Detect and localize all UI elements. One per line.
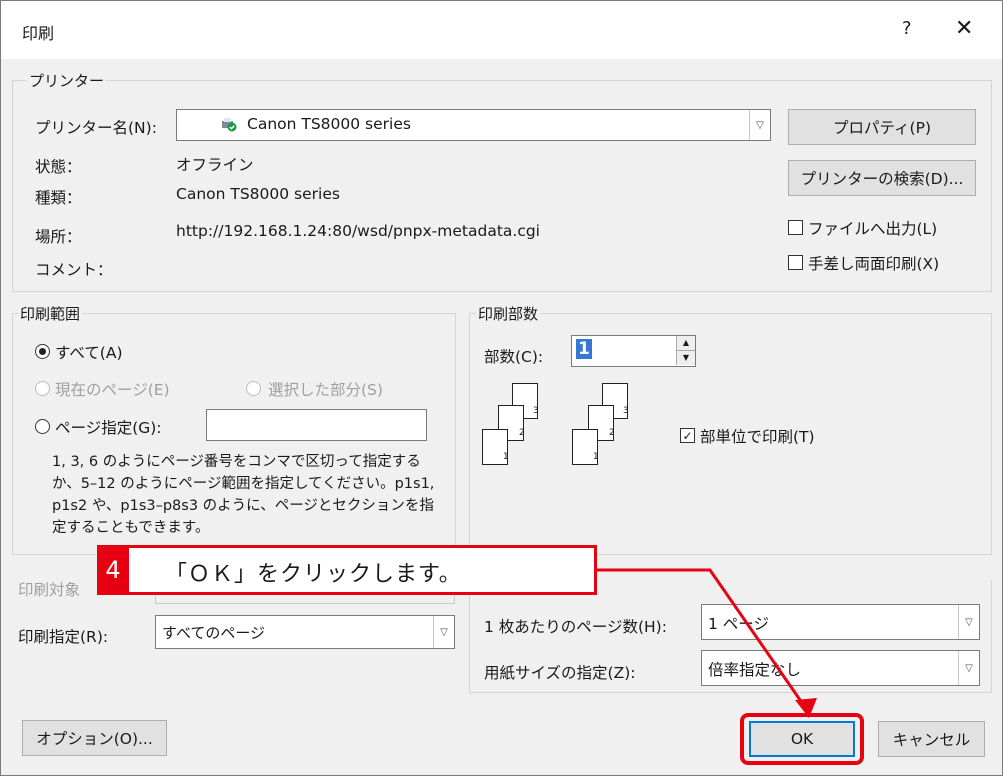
chevron-down-icon[interactable]: ▽ [749, 110, 770, 140]
range-selection-label: 選択した部分(S) [268, 381, 383, 399]
range-selection-radio [246, 381, 261, 396]
print-what-label: 印刷対象 [18, 581, 81, 599]
range-pages-label[interactable]: ページ指定(G): [55, 416, 162, 438]
collate-checkbox[interactable]: ✓ [680, 428, 695, 443]
page-icon: 1 [572, 429, 599, 465]
location-label: 場所： [35, 228, 82, 246]
printer-status-icon [221, 117, 237, 132]
copies-spinner[interactable]: 1 ▲ ▼ [571, 335, 696, 367]
page-number: 2 [609, 428, 615, 438]
range-all-label[interactable]: すべて(A) [55, 341, 123, 363]
print-specify-select[interactable]: すべてのページ ▽ [155, 615, 455, 649]
print-range-label: 印刷範囲 [18, 303, 83, 324]
print-specify-value: すべてのページ [162, 624, 266, 642]
page-number: 3 [623, 406, 629, 416]
range-current-radio [35, 381, 50, 396]
page-icon: 1 [482, 429, 509, 465]
page-number: 1 [503, 452, 509, 462]
step-instruction-text: 「ＯＫ」をクリックします。 [165, 562, 462, 587]
printer-name-value: Canon TS8000 series [247, 115, 411, 133]
ok-button[interactable]: OK [749, 721, 855, 757]
status-value: オフライン [176, 156, 254, 174]
chevron-down-icon[interactable]: ▽ [433, 616, 454, 648]
collate-illustration: 3 2 1 3 2 1 [482, 383, 652, 483]
print-to-file-label[interactable]: ファイルへ出力(L) [808, 217, 937, 239]
status-label: 状態： [35, 158, 82, 176]
spinner-down-icon[interactable]: ▼ [676, 351, 695, 365]
chevron-down-icon[interactable]: ▽ [958, 605, 979, 639]
pages-input[interactable] [206, 409, 427, 441]
print-to-file-checkbox[interactable] [788, 220, 803, 235]
page-number: 1 [593, 452, 599, 462]
step-number-badge: 4 [97, 545, 129, 595]
range-all-radio[interactable] [35, 344, 50, 359]
manual-duplex-checkbox[interactable] [788, 255, 803, 270]
page-number: 3 [533, 406, 539, 416]
range-current-label: 現在のページ(E) [55, 381, 170, 399]
callout-arrow [595, 568, 817, 718]
printer-name-label: プリンター名(N): [35, 119, 157, 137]
copies-group-label: 印刷部数 [476, 303, 541, 324]
spinner-up-icon[interactable]: ▲ [676, 336, 695, 351]
options-button[interactable]: オプション(O)... [22, 720, 167, 756]
location-value: http://192.168.1.24:80/wsd/pnpx-metadata… [176, 222, 540, 240]
printer-name-select[interactable]: Canon TS8000 series ▽ [176, 109, 771, 141]
copies-value: 1 [576, 339, 592, 359]
chevron-down-icon[interactable]: ▽ [958, 651, 979, 685]
find-printer-button[interactable]: プリンターの検索(D)... [788, 160, 976, 196]
copies-label: 部数(C): [484, 348, 544, 366]
manual-duplex-label[interactable]: 手差し両面印刷(X) [808, 252, 939, 274]
properties-button[interactable]: プロパティ(P) [788, 109, 976, 145]
print-specify-label: 印刷指定(R): [18, 628, 109, 646]
type-label: 種類： [35, 189, 82, 207]
pages-help-text: 1, 3, 6 のようにページ番号をコンマで区切って指定するか、5–12 のよう… [52, 454, 435, 536]
page-number: 2 [519, 428, 525, 438]
range-pages-radio[interactable] [35, 419, 50, 434]
type-value: Canon TS8000 series [176, 185, 340, 203]
radio-dot [39, 348, 46, 355]
collate-label[interactable]: 部単位で印刷(T) [700, 425, 815, 447]
cancel-button[interactable]: キャンセル [878, 721, 985, 757]
printer-group-label: プリンター [27, 70, 107, 91]
comment-label: コメント： [35, 261, 113, 279]
